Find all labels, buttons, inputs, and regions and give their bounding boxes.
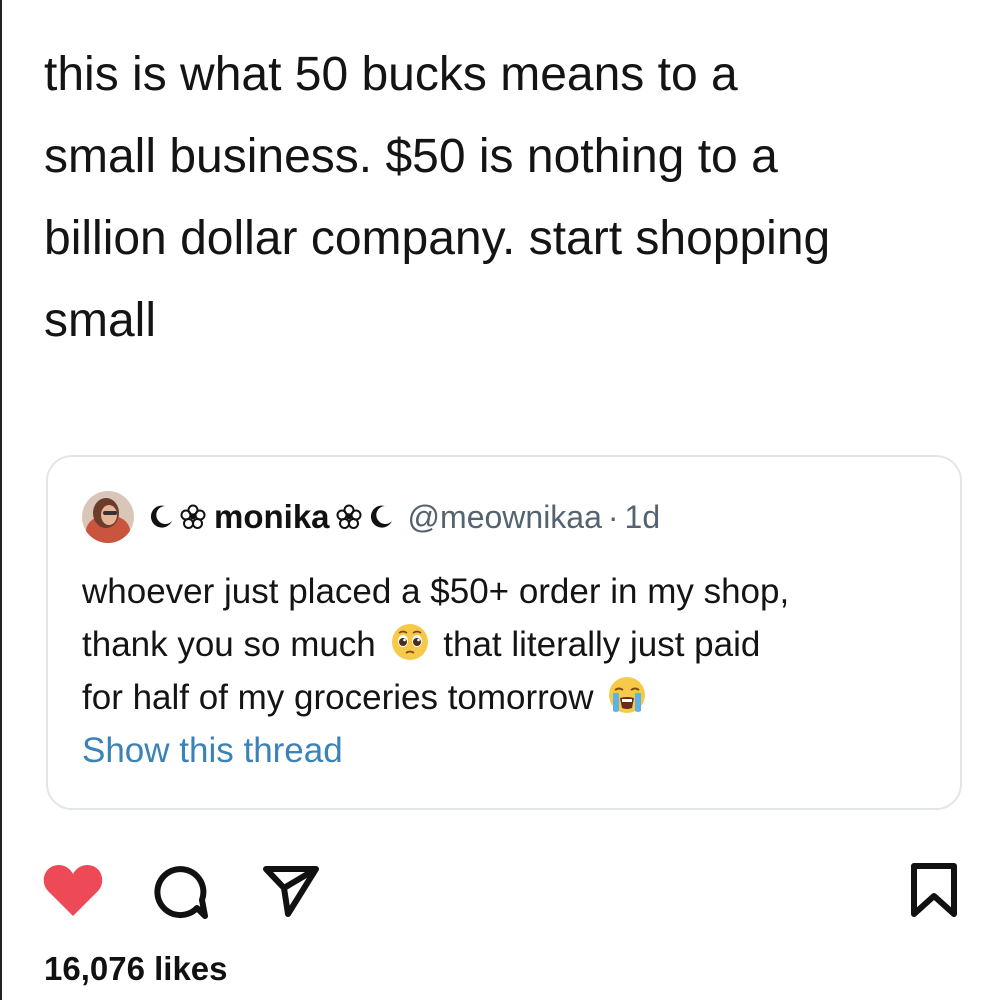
heart-icon[interactable] [42, 862, 104, 923]
show-thread-link[interactable]: Show this thread [82, 731, 343, 771]
caption-line: small [44, 294, 157, 347]
quoted-tweet-card[interactable]: monika @meownikaa · 1d whoever just plac… [46, 455, 962, 810]
tweet-age: 1d [624, 498, 661, 535]
bookmark-icon[interactable] [910, 862, 958, 923]
tweet-line: for half of my groceries tomorrow [82, 671, 942, 724]
moon-icon [148, 504, 174, 530]
moon-icon [368, 504, 394, 530]
crying-face-emoji [607, 675, 647, 715]
separator-dot: · [607, 498, 619, 535]
display-name[interactable]: monika [214, 498, 330, 536]
caption-line: this is what 50 bucks means to a [44, 48, 738, 101]
quoted-tweet-header: monika @meownikaa · 1d [82, 487, 660, 547]
instagram-post: this is what 50 bucks means to a small b… [0, 0, 1000, 1000]
avatar[interactable] [82, 491, 134, 543]
quoted-tweet-body: whoever just placed a $50+ order in my s… [82, 565, 942, 724]
flower-icon [180, 504, 206, 530]
tweet-line: whoever just placed a $50+ order in my s… [82, 572, 790, 611]
comment-icon[interactable] [150, 864, 208, 925]
share-icon[interactable] [262, 864, 320, 923]
action-bar [42, 860, 962, 920]
caption-line: billion dollar company. start shopping [44, 212, 831, 265]
tweet-line: thank you so much that literally just pa… [82, 618, 942, 671]
flower-icon [336, 504, 362, 530]
post-caption: this is what 50 bucks means to a small b… [44, 34, 974, 362]
likes-count[interactable]: 16,076 likes [44, 950, 228, 988]
pleading-face-emoji [390, 622, 430, 662]
caption-line: small business. $50 is nothing to a [44, 130, 778, 183]
user-handle[interactable]: @meownikaa [408, 499, 602, 536]
